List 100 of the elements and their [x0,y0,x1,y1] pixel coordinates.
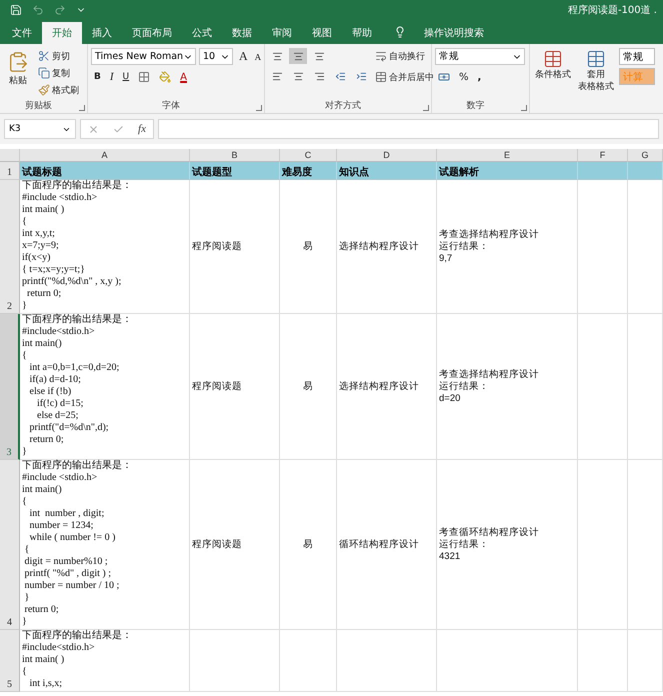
table-cell: 程序阅读题 [190,180,280,314]
align-center-icon [292,70,304,82]
header-cell: 难易度 [280,162,337,180]
paintbrush-icon [38,84,50,96]
shrink-font-button[interactable]: A [254,48,262,64]
dialog-launcher-icon[interactable] [79,105,85,111]
table-icon [586,49,606,69]
align-lines-icon [272,50,282,62]
cell-style-normal[interactable]: 常规 [619,48,655,65]
group-label: 对齐方式 [324,100,362,113]
ribbon-tab[interactable]: 审阅 [262,22,302,44]
table-cell: 选择结构程序设计 [337,180,437,314]
paint-bucket-icon [159,71,172,83]
redo-icon[interactable] [54,4,66,16]
ribbon-tab[interactable]: 插入 [82,22,122,44]
question-cell: 下面程序的输出结果是： #include<stdio.h> int main( ) { int i,s,x; [20,630,190,692]
name-box[interactable]: K3 [4,119,76,139]
percent-button[interactable]: % [456,69,472,85]
copy-button[interactable]: 复制 [36,65,81,81]
undo-icon[interactable] [32,4,44,16]
ribbon-tab[interactable]: 视图 [302,22,342,44]
banknote-icon [438,71,450,83]
question-cell: 下面程序的输出结果是： #include <stdio.h> int main() { int number , digit; number = 1234; while ( number != 0 ) { digit = number%10 ; printf( "%d" , digit ) ; number = number / 10 ; } return 0; } [20,460,190,630]
analysis-cell: 考查循环结构程序设计 运行结果： 4321 [437,460,578,630]
check-icon[interactable] [113,124,124,134]
cut-button[interactable]: 剪切 [36,48,81,64]
table-cell: 选择结构程序设计 [337,314,437,460]
group-label: 剪贴板 [24,100,53,113]
column-header[interactable]: B [190,149,280,162]
font-color-button[interactable]: A [177,69,190,85]
number-format-field[interactable]: 常规 [435,48,525,65]
column-header[interactable]: C [280,149,337,162]
save-icon[interactable] [10,4,22,16]
merge-center-button[interactable]: 合并后居中 [373,69,436,85]
ribbon-tab[interactable]: 开始 [42,22,82,44]
ribbon-tab[interactable]: 数据 [222,22,262,44]
align-lines-icon [292,50,304,62]
align-right-icon [314,70,324,82]
ribbon-tab[interactable]: 公式 [182,22,222,44]
dialog-launcher-icon[interactable] [256,105,262,111]
grow-font-button[interactable]: A [236,48,251,64]
italic-button[interactable]: I [106,69,117,85]
row-header[interactable]: 1 [0,162,20,180]
tell-me-search[interactable]: 操作说明搜索 [420,22,488,44]
column-header[interactable]: A [20,149,190,162]
column-header[interactable]: G [628,149,663,162]
table-cell: 易 [280,460,337,630]
paste-button[interactable]: 粘贴 [3,48,33,99]
header-cell [628,162,663,180]
borders-icon [138,71,150,83]
question-cell: 下面程序的输出结果是： #include <stdio.h> int main( ) { int x,y,t; x=7;y=9; if(x<y) { t=x;x=y;y=t;} printf("%d,%d\n" , x,y ); return 0; } [20,180,190,314]
row-header[interactable]: 4 [0,460,20,630]
cancel-icon[interactable] [88,124,99,134]
analysis-cell: 考查选择结构程序设计 运行结果： 9,7 [437,180,578,314]
dialog-launcher-icon[interactable] [521,105,527,111]
ribbon-tab[interactable]: 文件 [2,22,42,44]
align-lines-icon [314,50,324,62]
conditional-format-button[interactable]: 条件格式 [533,48,573,113]
header-cell: 试题题型 [190,162,280,180]
table-cell: 程序阅读题 [190,460,280,630]
ribbon-tab[interactable]: 帮助 [342,22,382,44]
vertical-align-button[interactable] [289,48,307,64]
increase-indent-icon [356,70,366,82]
header-cell: 试题解析 [437,162,578,180]
formula-input[interactable] [158,119,659,139]
table-cell: 程序阅读题 [190,314,280,460]
table-cell [578,630,628,692]
column-header[interactable]: D [337,149,437,162]
format-as-table-button[interactable]: 套用 表格格式 [576,48,616,113]
header-cell [578,162,628,180]
wrap-text-button[interactable]: 自动换行 [373,48,436,64]
dialog-launcher-icon[interactable] [423,105,429,111]
column-header[interactable]: F [578,149,628,162]
table-cell: 易 [280,314,337,460]
comma-button[interactable]: , [474,69,484,85]
row-header[interactable]: 5 [0,630,20,692]
ribbon-tab[interactable]: 页面布局 [122,22,182,44]
underline-button[interactable]: U [120,69,132,85]
row-header[interactable]: 2 [0,180,20,314]
scissors-icon [38,50,50,62]
merge-cells-icon [375,71,387,83]
group-label: 字体 [161,100,181,113]
table-icon [543,49,563,69]
copy-icon [38,67,50,79]
bold-button[interactable]: B [91,69,104,85]
font-size-field[interactable]: 10 [199,48,233,65]
lightbulb-icon [394,26,406,38]
group-label: 数字 [466,100,486,113]
window-title: 程序阅读题-100道 . [568,4,657,17]
row-header[interactable]: 3 [0,314,20,460]
question-cell: 下面程序的输出结果是： #include<stdio.h> int main() { int a=0,b=1,c=0,d=20; if(a) d=d-10; else if (!b) if(!c) d=15; else d=25; printf("d=%d\n",d); return 0; } [20,314,190,460]
insert-function-button[interactable]: fx [138,123,146,135]
table-cell [628,630,663,692]
format-painter-button[interactable]: 格式刷 [36,82,81,98]
header-cell: 知识点 [337,162,437,180]
table-cell [280,630,337,692]
table-cell: 循环结构程序设计 [337,460,437,630]
column-header[interactable]: E [437,149,578,162]
font-name-field[interactable]: Times New Roman [91,48,196,65]
align-left-icon [272,70,282,82]
